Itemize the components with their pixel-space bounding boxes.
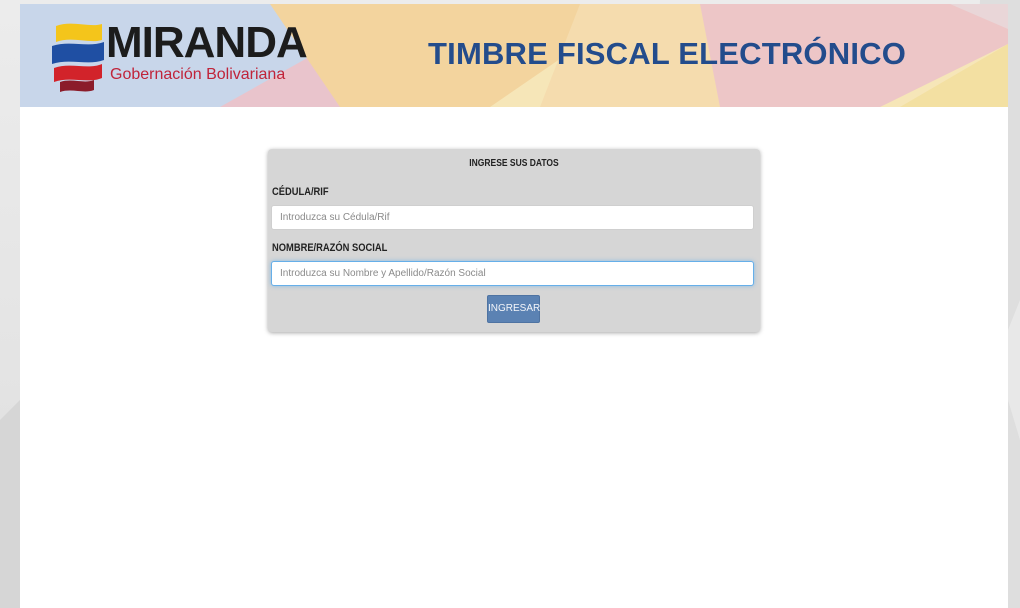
nombre-razon-social-label: NOMBRE/RAZÓN SOCIAL <box>272 242 388 254</box>
header-banner: MIRANDA Gobernación Bolivariana TIMBRE F… <box>20 4 1008 107</box>
logo-subtitle: Gobernación Bolivariana <box>110 66 286 83</box>
page-container: MIRANDA Gobernación Bolivariana TIMBRE F… <box>20 4 1008 608</box>
cedula-rif-input[interactable] <box>271 205 754 230</box>
login-form: INGRESE SUS DATOS CÉDULA/RIF NOMBRE/RAZÓ… <box>268 149 760 332</box>
miranda-logo: MIRANDA Gobernación Bolivariana <box>50 18 308 96</box>
flag-stripes-icon <box>52 23 104 92</box>
nombre-razon-social-input[interactable] <box>271 261 754 286</box>
page-title: TIMBRE FISCAL ELECTRÓNICO <box>428 36 907 71</box>
form-title: INGRESE SUS DATOS <box>469 158 559 169</box>
logo-wordmark: MIRANDA <box>106 18 308 67</box>
cedula-rif-label: CÉDULA/RIF <box>272 186 329 198</box>
ingresar-button[interactable]: INGRESAR <box>487 295 540 323</box>
